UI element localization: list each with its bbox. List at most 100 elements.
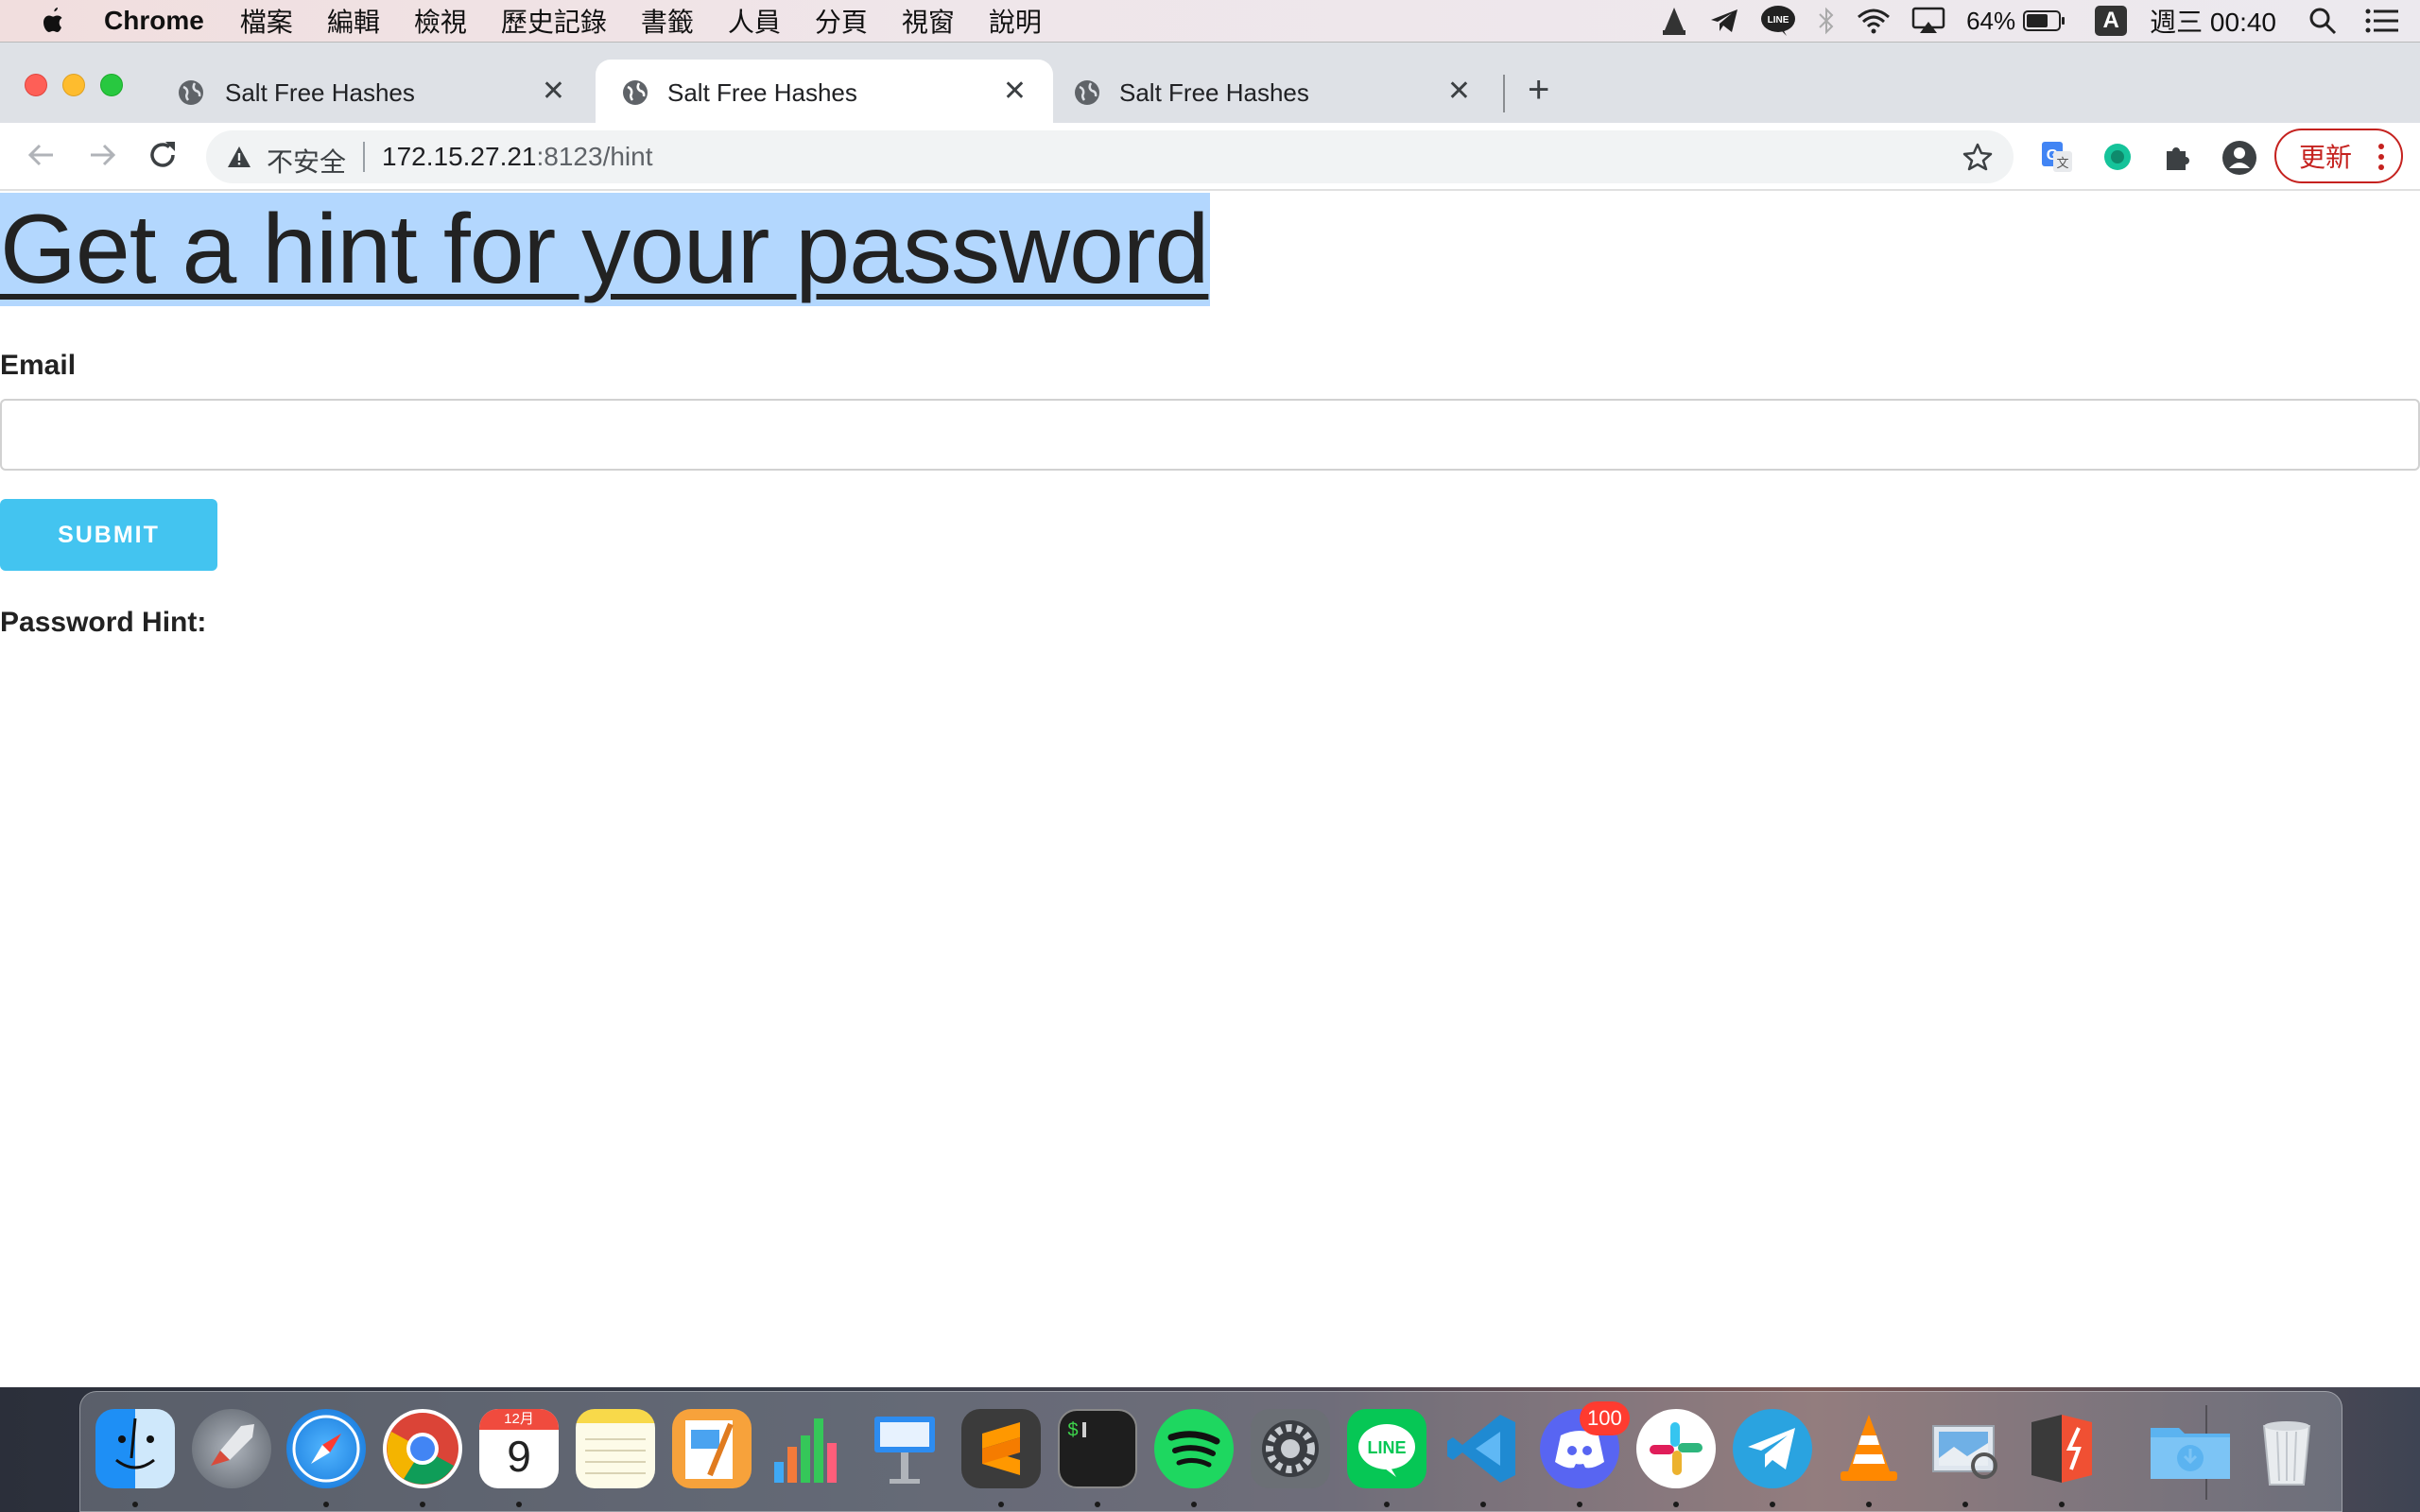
menu-history[interactable]: 歷史記錄	[501, 2, 607, 40]
zoom-window-button[interactable]	[100, 74, 123, 96]
url-host: 172.15.27.21	[382, 142, 537, 171]
preview-icon[interactable]	[1926, 1409, 2005, 1488]
battery-percent: 64%	[1966, 6, 2016, 35]
update-button[interactable]: 更新	[2274, 129, 2403, 183]
safari-icon[interactable]	[286, 1409, 366, 1488]
menu-help[interactable]: 說明	[989, 2, 1042, 40]
telegram-icon[interactable]	[1709, 8, 1739, 34]
running-indicator	[1770, 1502, 1775, 1507]
spotify-icon[interactable]	[1154, 1409, 1234, 1488]
grammarly-extension-icon[interactable]	[2100, 140, 2135, 174]
chrome-icon[interactable]	[383, 1409, 462, 1488]
terminal-icon[interactable]: $	[1058, 1409, 1137, 1488]
apple-icon[interactable]	[40, 6, 66, 36]
more-menu-icon	[2378, 144, 2384, 170]
extensions-puzzle-icon[interactable]	[2161, 140, 2195, 174]
line-app-icon[interactable]: LINE	[1347, 1409, 1426, 1488]
page-title: Get a hint for your password	[0, 193, 1211, 306]
close-window-button[interactable]	[25, 74, 47, 96]
email-field[interactable]	[0, 399, 2420, 471]
numbers-icon[interactable]	[769, 1409, 848, 1488]
running-indicator	[420, 1502, 425, 1507]
dock: 12月 9 $ LINE 100	[79, 1391, 2342, 1512]
running-indicator	[1095, 1502, 1100, 1507]
finder-icon[interactable]	[95, 1409, 175, 1488]
running-indicator	[1673, 1502, 1679, 1507]
telegram-app-icon[interactable]	[1733, 1409, 1812, 1488]
discord-notification-badge: 100	[1580, 1401, 1630, 1435]
bluetooth-icon[interactable]	[1817, 6, 1836, 36]
menu-edit[interactable]: 編輯	[327, 2, 380, 40]
google-translate-icon[interactable]: G文	[2040, 140, 2074, 174]
tab-close-icon[interactable]: ✕	[1447, 77, 1471, 106]
submit-button[interactable]: SUBMIT	[0, 499, 217, 571]
tab-title: Salt Free Hashes	[1119, 78, 1309, 107]
globe-icon	[623, 80, 648, 105]
running-indicator	[1866, 1502, 1872, 1507]
back-arrow-icon[interactable]	[25, 138, 59, 172]
forward-arrow-icon[interactable]	[85, 138, 119, 172]
update-label: 更新	[2299, 143, 2353, 172]
clock[interactable]: 週三 00:40	[2150, 2, 2276, 40]
menu-file[interactable]: 檔案	[240, 2, 293, 40]
keynote-icon[interactable]	[865, 1409, 944, 1488]
launchpad-icon[interactable]	[192, 1409, 271, 1488]
running-indicator	[516, 1502, 522, 1507]
vscode-icon[interactable]	[1443, 1409, 1523, 1488]
calendar-icon[interactable]: 12月 9	[479, 1409, 559, 1488]
svg-text:$: $	[1067, 1420, 1079, 1442]
running-indicator	[1191, 1502, 1197, 1507]
sublime-text-icon[interactable]	[961, 1409, 1041, 1488]
vlc-icon[interactable]	[1660, 6, 1688, 36]
globe-icon	[1075, 80, 1099, 105]
menu-view[interactable]: 檢視	[414, 2, 467, 40]
running-indicator	[1480, 1502, 1486, 1507]
url-path: :8123/hint	[536, 142, 653, 171]
new-tab-button[interactable]: +	[1528, 71, 1549, 109]
menu-tab[interactable]: 分頁	[815, 2, 868, 40]
notification-center-icon[interactable]	[2365, 9, 2399, 33]
wifi-icon[interactable]	[1857, 8, 1891, 34]
tab-close-icon[interactable]: ✕	[542, 77, 565, 106]
menu-bookmarks[interactable]: 書籤	[641, 2, 694, 40]
tab-1[interactable]: Salt Free Hashes ✕	[142, 60, 592, 124]
running-indicator	[1962, 1502, 1968, 1507]
tab-strip: Salt Free Hashes ✕ Salt Free Hashes ✕ Sa…	[0, 42, 2420, 124]
profile-avatar-icon[interactable]	[2221, 140, 2257, 176]
trash-icon[interactable]	[2247, 1409, 2326, 1488]
tab-2-active[interactable]: Salt Free Hashes ✕	[596, 60, 1053, 124]
warning-triangle-icon[interactable]	[227, 146, 251, 168]
tab-close-icon[interactable]: ✕	[1003, 77, 1027, 106]
menu-bar: Chrome 檔案 編輯 檢視 歷史記錄 書籤 人員 分頁 視窗 說明 LINE…	[0, 0, 2420, 42]
reload-icon[interactable]	[146, 138, 180, 172]
menu-people[interactable]: 人員	[728, 2, 781, 40]
running-indicator	[1577, 1502, 1582, 1507]
security-status-label[interactable]: 不安全	[267, 142, 346, 180]
line-icon[interactable]: LINE	[1760, 5, 1796, 37]
menu-app-name[interactable]: Chrome	[104, 6, 204, 36]
battery-icon[interactable]	[2023, 9, 2066, 32]
running-indicator	[1384, 1502, 1390, 1507]
downloads-folder-icon[interactable]	[2147, 1409, 2234, 1488]
bookmark-star-icon[interactable]	[1962, 142, 1993, 172]
email-label: Email	[0, 350, 77, 381]
address-bar[interactable]: 不安全 172.15.27.21:8123/hint	[206, 130, 2014, 183]
slack-icon[interactable]	[1636, 1409, 1716, 1488]
svg-text:文: 文	[2056, 156, 2068, 170]
menu-window[interactable]: 視窗	[902, 2, 955, 40]
airplay-icon[interactable]	[1911, 7, 1945, 35]
git-tool-icon[interactable]	[2022, 1409, 2101, 1488]
input-source-icon[interactable]: A	[2095, 6, 2128, 36]
notes-icon[interactable]	[576, 1409, 655, 1488]
tab-title: Salt Free Hashes	[667, 78, 857, 107]
tab-title: Salt Free Hashes	[225, 78, 415, 107]
running-indicator	[2059, 1502, 2065, 1507]
globe-icon	[179, 80, 203, 105]
vlc-app-icon[interactable]	[1829, 1409, 1909, 1488]
url-text[interactable]: 172.15.27.21:8123/hint	[382, 142, 653, 172]
minimize-window-button[interactable]	[62, 74, 85, 96]
tab-3[interactable]: Salt Free Hashes ✕	[1047, 60, 1497, 124]
spotlight-search-icon[interactable]	[2308, 7, 2337, 35]
system-preferences-icon[interactable]	[1251, 1409, 1330, 1488]
pages-icon[interactable]	[672, 1409, 752, 1488]
